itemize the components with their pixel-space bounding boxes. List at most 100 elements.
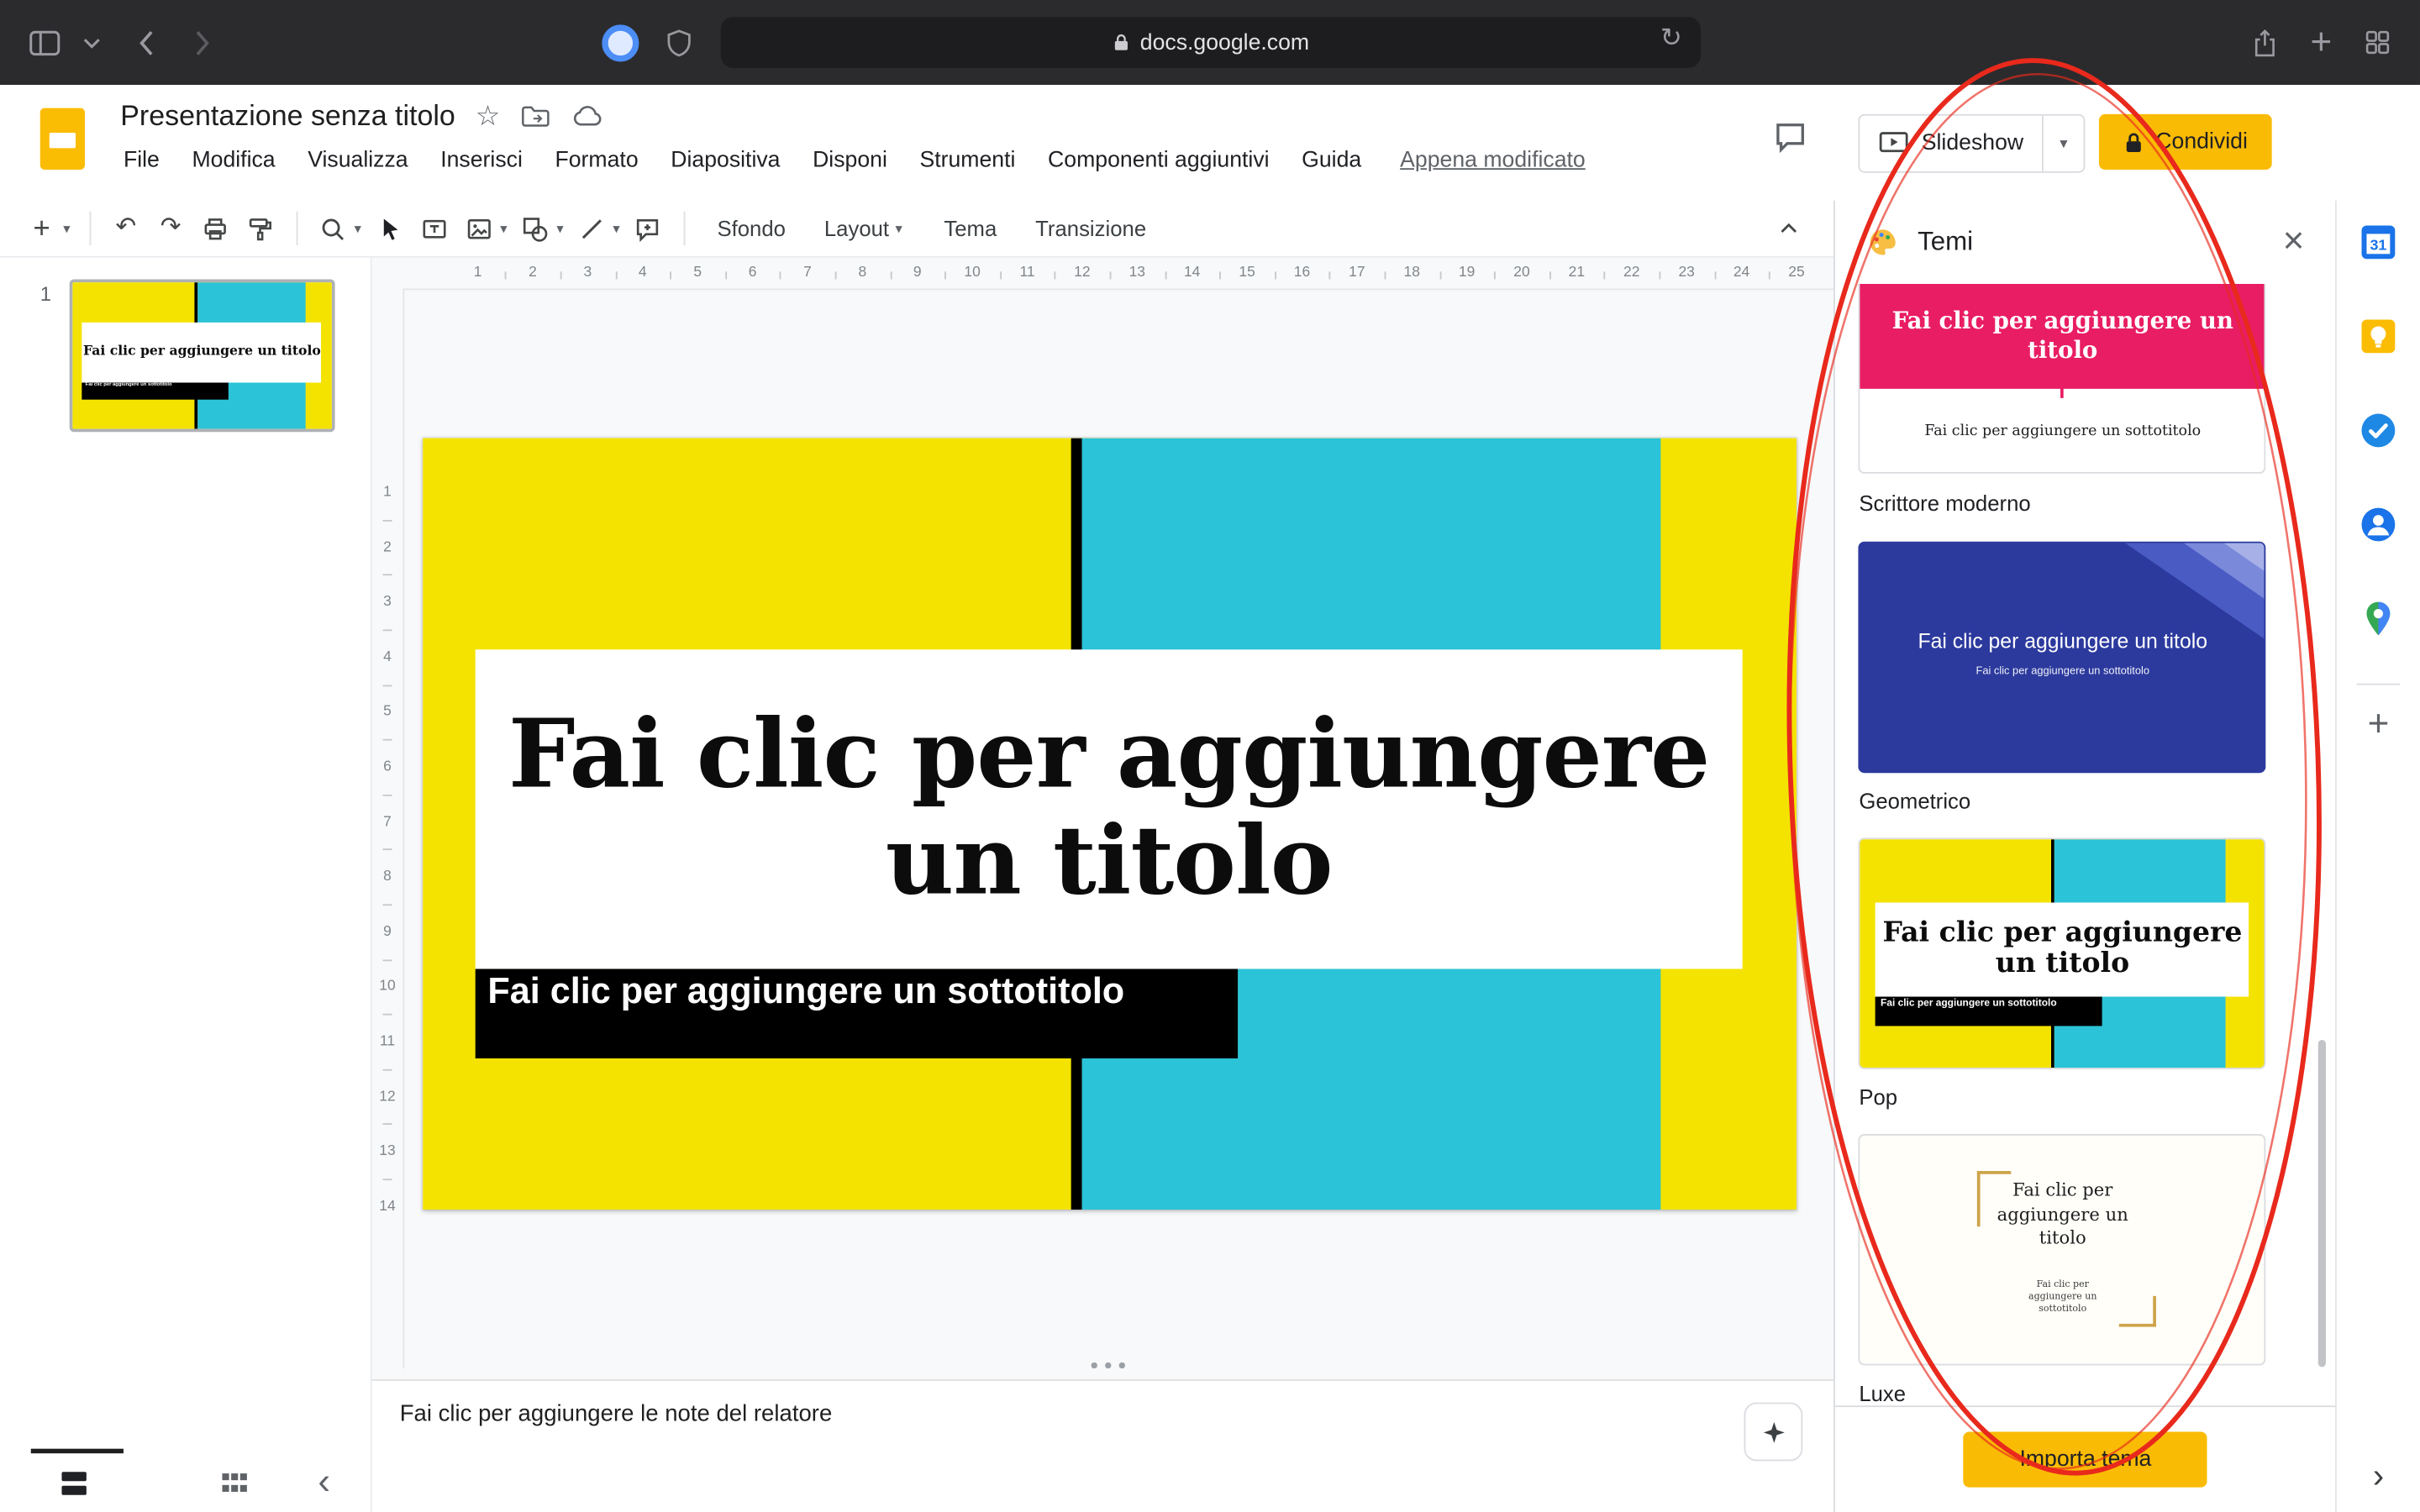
sidebar-chevron-icon[interactable] (83, 36, 100, 49)
paint-format-icon[interactable] (240, 208, 281, 249)
document-title[interactable]: Presentazione senza titolo (120, 99, 455, 133)
insert-line-icon[interactable] (571, 208, 612, 249)
presentation-play-icon (1878, 131, 1909, 155)
palette-icon (1866, 225, 1900, 259)
theme-name-geometrico: Geometrico (1859, 789, 1970, 813)
back-icon[interactable] (137, 29, 154, 56)
forward-icon[interactable] (194, 29, 211, 56)
menu-inserisci[interactable]: Inserisci (440, 148, 523, 172)
theme-card-pop[interactable]: Fai clic per aggiungere un titolo Fai cl… (1859, 837, 2266, 1069)
theme-card-luxe[interactable]: Fai clic per aggiungere un titolo Fai cl… (1859, 1134, 2266, 1366)
last-modified-link[interactable]: Appena modificato (1400, 148, 1586, 172)
share-icon[interactable] (2250, 25, 2280, 59)
insert-shape-icon[interactable] (515, 208, 555, 249)
screen: docs.google.com ↻ + Presentazione senza … (0, 0, 2420, 1512)
notes-placeholder: Fai clic per aggiungere le note del rela… (400, 1401, 833, 1427)
menu-strumenti[interactable]: Strumenti (919, 148, 1015, 172)
share-button[interactable]: Condividi (2099, 114, 2272, 170)
collapse-toolbar-icon[interactable] (1770, 208, 1810, 249)
browser-toolbar: docs.google.com ↻ + (0, 0, 2420, 85)
new-slide-button[interactable]: + (22, 208, 62, 249)
workspace-side-rail: 31 + › (2335, 201, 2420, 1512)
address-bar[interactable]: docs.google.com ↻ (721, 17, 1701, 68)
menu-formato[interactable]: Formato (555, 148, 638, 172)
zoom-icon[interactable] (313, 208, 353, 249)
explore-button[interactable] (1744, 1403, 1803, 1462)
line-dropdown[interactable]: ▾ (613, 220, 619, 237)
notes-resize-handle[interactable] (1092, 1362, 1125, 1368)
import-theme-button[interactable]: Importa tema (1964, 1431, 2207, 1487)
menu-disponi[interactable]: Disponi (813, 148, 887, 172)
slide-title-placeholder[interactable]: Fai clic per aggiungere un titolo (476, 649, 1743, 969)
menu-modifica[interactable]: Modifica (192, 148, 275, 172)
url-text: docs.google.com (1140, 30, 1309, 55)
slide-subtitle-placeholder[interactable]: Fai clic per aggiungere un sottotitolo (476, 969, 1238, 1058)
text-box-icon[interactable] (413, 208, 454, 249)
maps-icon[interactable] (2359, 599, 2399, 639)
print-icon[interactable] (195, 208, 235, 249)
geometrico-subtitle: Fai clic per aggiungere un sottotitolo (1860, 666, 2265, 677)
docs-header: Presentazione senza titolo ☆ File Modifi… (0, 85, 2420, 201)
grid-view-icon[interactable] (219, 1467, 250, 1506)
contacts-icon[interactable] (2359, 505, 2399, 545)
extension-icon[interactable] (602, 24, 639, 60)
menu-visualizza[interactable]: Visualizza (308, 148, 408, 172)
open-comments-icon[interactable] (1772, 118, 1809, 155)
transition-button[interactable]: Transizione (1018, 208, 1163, 249)
star-icon[interactable]: ☆ (476, 99, 501, 132)
theme-name-luxe: Luxe (1859, 1381, 1906, 1405)
new-slide-dropdown[interactable]: ▾ (63, 220, 70, 237)
insert-image-icon[interactable] (459, 208, 499, 249)
get-add-ons-icon[interactable]: + (2368, 706, 2390, 743)
svg-text:31: 31 (2370, 236, 2387, 253)
slideshow-button[interactable]: Slideshow ▾ (1858, 114, 2085, 173)
slide-editor[interactable]: Fai clic per aggiungere un titolo Fai cl… (423, 438, 1797, 1210)
select-cursor-icon[interactable] (369, 208, 409, 249)
collapse-filmstrip-icon[interactable]: ‹ (318, 1461, 330, 1504)
active-view-indicator (31, 1449, 124, 1454)
slide-number: 1 (40, 282, 51, 306)
speaker-notes[interactable]: Fai clic per aggiungere le note del rela… (372, 1379, 1834, 1512)
theme-card-scrittore-moderno[interactable]: Fai clic per aggiungere un titolo Fai cl… (1859, 284, 2266, 474)
zoom-dropdown[interactable]: ▾ (355, 220, 361, 237)
menu-bar: File Modifica Visualizza Inserisci Forma… (124, 148, 1586, 172)
collapse-rail-icon[interactable]: › (2337, 1457, 2420, 1497)
sidebar-toggle-icon[interactable] (28, 29, 61, 56)
background-button[interactable]: Sfondo (700, 208, 802, 249)
insert-comment-icon[interactable] (628, 208, 668, 249)
menu-guida[interactable]: Guida (1302, 148, 1361, 172)
google-slides-logo[interactable] (40, 108, 85, 170)
tab-overview-icon[interactable] (2363, 28, 2392, 57)
shield-extension-icon[interactable] (664, 27, 695, 58)
slide-filmstrip: 1 Fai clic per aggiungere un titolo Fai … (0, 258, 372, 1512)
editor-toolbar: + ▾ ↶ ↷ ▾ (0, 201, 1834, 258)
theme-button[interactable]: Tema (927, 208, 1013, 249)
keep-icon[interactable] (2359, 317, 2399, 357)
new-tab-icon[interactable]: + (2311, 24, 2333, 60)
tasks-icon[interactable] (2359, 411, 2399, 451)
undo-icon[interactable]: ↶ (106, 208, 146, 249)
slideshow-dropdown[interactable]: ▾ (2042, 116, 2084, 171)
luxe-subtitle: Fai clic per aggiungere un sottotitolo (2008, 1279, 2117, 1315)
luxe-title: Fai clic per aggiungere un titolo (1976, 1179, 2149, 1250)
cloud-status-icon[interactable] (571, 103, 604, 128)
layout-button[interactable]: Layout ▾ (808, 208, 923, 249)
close-panel-icon[interactable]: × (2283, 223, 2305, 260)
image-dropdown[interactable]: ▾ (500, 220, 507, 237)
redo-icon[interactable]: ↷ (150, 208, 191, 249)
menu-diapositiva[interactable]: Diapositiva (671, 148, 780, 172)
calendar-icon[interactable]: 31 (2359, 222, 2399, 262)
slide-thumbnail-1[interactable]: Fai clic per aggiungere un titolo Fai cl… (70, 279, 335, 432)
menu-componenti-aggiuntivi[interactable]: Componenti aggiuntivi (1048, 148, 1270, 172)
filmstrip-view-icon[interactable] (59, 1467, 90, 1506)
vertical-ruler: 1234567891011121314 (372, 288, 405, 1368)
menu-file[interactable]: File (124, 148, 160, 172)
shape-dropdown[interactable]: ▾ (556, 220, 563, 237)
thumbnail-design: Fai clic per aggiungere un titolo Fai cl… (72, 282, 332, 428)
panel-scrollbar[interactable] (2318, 1040, 2326, 1367)
refresh-icon[interactable]: ↻ (1660, 24, 1682, 55)
themes-panel: Temi × Fai clic per aggiungere un titolo… (1834, 201, 2335, 1512)
scrittore-title: Fai clic per aggiungere un titolo (1860, 284, 2265, 389)
move-folder-icon[interactable] (520, 102, 551, 129)
theme-card-geometrico[interactable]: Fai clic per aggiungere un titolo Fai cl… (1859, 542, 2266, 774)
